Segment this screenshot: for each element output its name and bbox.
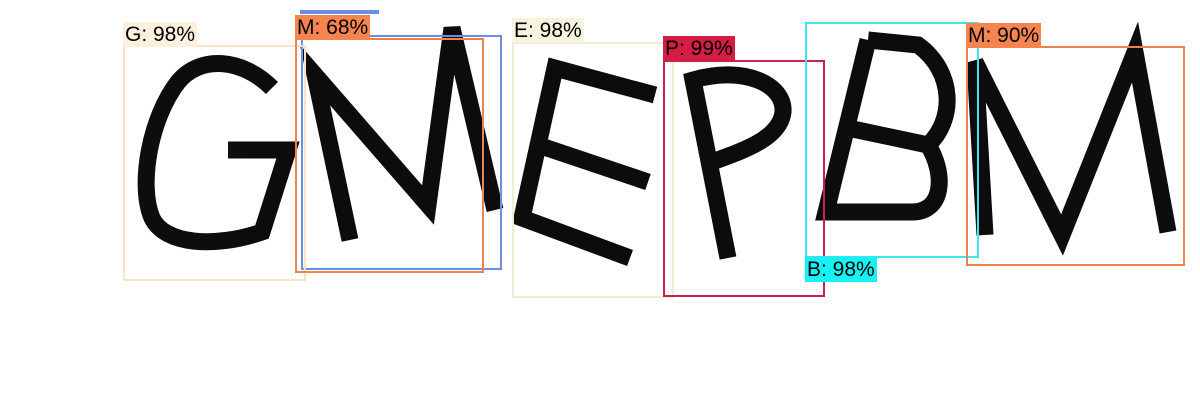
detection-label-m-2: M: 90% — [966, 23, 1042, 48]
detection-box-g[interactable] — [123, 45, 306, 281]
detection-canvas: G: 98% M: 68% E: 98% P: 99% B: 98% M: 90… — [0, 0, 1200, 420]
detection-label-e: E: 98% — [512, 18, 584, 43]
detection-label-m-1: M: 68% — [295, 15, 371, 40]
detection-box-m-1[interactable] — [295, 38, 484, 273]
detection-label-b: B: 98% — [805, 257, 877, 282]
detection-label-tab-m-alt — [300, 10, 379, 14]
detection-label-g: G: 98% — [123, 22, 198, 47]
detection-box-e[interactable] — [512, 42, 674, 298]
detection-box-m-2[interactable] — [966, 46, 1185, 266]
detection-box-p[interactable] — [663, 60, 825, 297]
detection-label-p: P: 99% — [663, 36, 735, 61]
detection-box-b[interactable] — [805, 22, 979, 258]
